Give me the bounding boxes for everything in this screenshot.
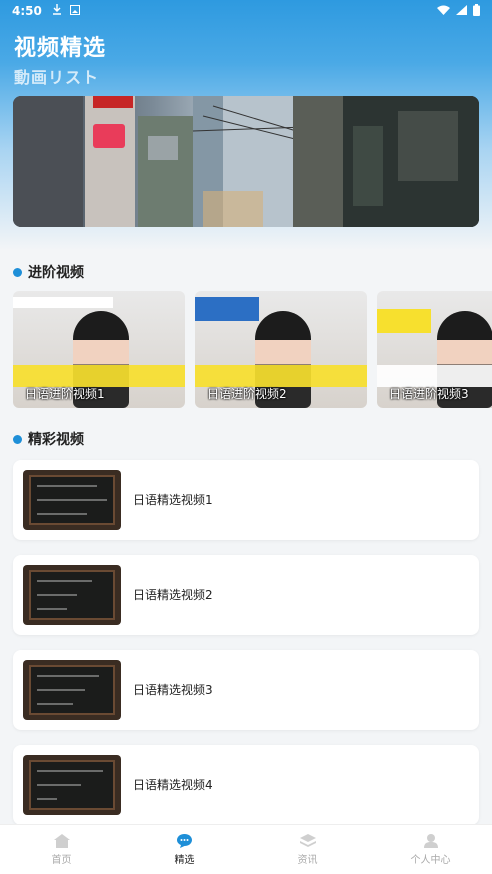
tab-home[interactable]: 首页 (0, 825, 123, 874)
subtitle-strip (377, 309, 431, 333)
tab-label: 个人中心 (410, 854, 451, 866)
blackboard-graphic (29, 475, 115, 525)
subtitle-strip (195, 297, 259, 321)
advanced-video-card[interactable]: 日语进阶视频2 (195, 291, 367, 408)
advanced-video-card[interactable]: 日语进阶视频1 (13, 291, 185, 408)
section-bullet (13, 434, 22, 444)
image-icon (69, 4, 80, 18)
caption-bar (195, 365, 367, 387)
video-thumbnail (23, 565, 121, 625)
featured-video-title: 日语精选视频4 (133, 778, 213, 792)
featured-video-item[interactable]: 日语精选视频2 (13, 555, 479, 635)
video-thumbnail (23, 660, 121, 720)
home-icon (53, 833, 70, 848)
bottom-tab-bar: 首页 精选 资讯 个人中心 (0, 824, 492, 874)
page-subtitle: 動画リスト (14, 68, 100, 87)
tab-label: 精选 (174, 854, 195, 866)
caption-bar (377, 365, 492, 387)
status-bar: 4:50 (0, 0, 492, 22)
blackboard-graphic (29, 760, 115, 810)
battery-icon (473, 3, 480, 19)
section-header-advanced: 进阶视频 (13, 262, 84, 282)
wifi-icon (437, 4, 450, 18)
download-icon (52, 4, 62, 18)
advanced-video-label: 日语进阶视频2 (207, 387, 287, 401)
section-header-featured: 精彩视频 (13, 429, 84, 449)
subtitle-strip (13, 297, 113, 308)
chat-icon (177, 833, 192, 848)
featured-video-item[interactable]: 日语精选视频4 (13, 745, 479, 825)
tab-label: 资讯 (297, 854, 318, 866)
caption-bar (13, 365, 185, 387)
section-bullet (13, 267, 22, 277)
advanced-video-card[interactable]: 日语进阶视频3 (377, 291, 492, 408)
advanced-video-label: 日语进阶视频1 (25, 387, 105, 401)
signal-icon (456, 4, 467, 18)
advanced-video-carousel[interactable]: 日语进阶视频1 日语进阶视频2 日语进阶视频3 (13, 291, 492, 409)
featured-video-item[interactable]: 日语精选视频3 (13, 650, 479, 730)
blackboard-graphic (29, 665, 115, 715)
tab-news[interactable]: 资讯 (246, 825, 369, 874)
banner-image[interactable] (13, 96, 479, 227)
featured-video-title: 日语精选视频1 (133, 493, 213, 507)
featured-video-item[interactable]: 日语精选视频1 (13, 460, 479, 540)
page-title: 视频精选 (14, 36, 107, 61)
section-title-featured: 精彩视频 (28, 432, 84, 448)
status-time: 4:50 (12, 4, 42, 18)
layers-icon (299, 833, 316, 847)
tab-featured[interactable]: 精选 (123, 825, 246, 874)
video-thumbnail (23, 755, 121, 815)
blackboard-graphic (29, 570, 115, 620)
section-title-advanced: 进阶视频 (28, 265, 84, 281)
user-icon (423, 833, 438, 848)
featured-video-title: 日语精选视频2 (133, 588, 213, 602)
street-scene-illustration (13, 96, 479, 227)
video-thumbnail (23, 470, 121, 530)
tab-label: 首页 (51, 854, 72, 866)
advanced-video-label: 日语进阶视频3 (389, 387, 469, 401)
tab-profile[interactable]: 个人中心 (369, 825, 492, 874)
featured-video-title: 日语精选视频3 (133, 683, 213, 697)
